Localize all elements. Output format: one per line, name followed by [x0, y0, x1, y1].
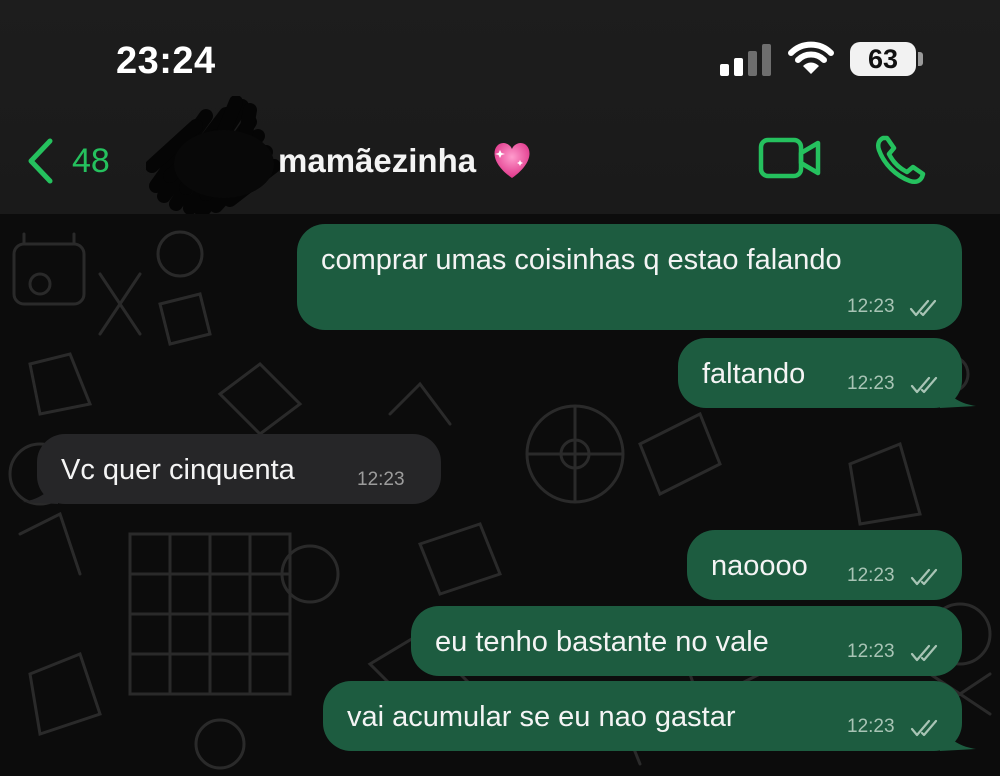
message-text: comprar umas coisinhas q estao falando: [321, 244, 842, 276]
message-list[interactable]: comprar umas coisinhas q estao falando 1…: [0, 214, 1000, 776]
message-bubble-outgoing[interactable]: vai acumular se eu nao gastar 12:23: [323, 681, 962, 751]
bubble-tail: [22, 480, 58, 504]
message-time: 12:23: [847, 641, 895, 662]
message-time: 12:23: [847, 373, 895, 394]
video-call-icon[interactable]: [758, 136, 822, 182]
message-text: vai acumular se eu nao gastar: [347, 701, 736, 733]
message-bubble-incoming[interactable]: Vc quer cinquenta 12:23: [37, 434, 441, 504]
avatar[interactable]: [146, 96, 294, 214]
read-receipt-icon: [910, 376, 938, 394]
phone-icon[interactable]: [874, 134, 928, 186]
chat-header: 23:24 63 48 mamãezinha: [0, 0, 1000, 214]
message-bubble-outgoing[interactable]: naoooo 12:23: [687, 530, 962, 600]
battery-level: 63: [867, 43, 899, 74]
read-receipt-icon: [910, 719, 938, 737]
bubble-tail: [940, 727, 976, 751]
read-receipt-icon: [910, 568, 938, 586]
sparkling-heart-icon: [490, 140, 534, 182]
contact-name[interactable]: mamãezinha: [278, 140, 534, 182]
battery-tip: [918, 52, 923, 66]
contact-name-text: mamãezinha: [278, 142, 477, 179]
message-time: 12:23: [847, 565, 895, 586]
read-receipt-icon: [910, 644, 938, 662]
message-text: naoooo: [711, 550, 808, 582]
message-time: 12:23: [847, 296, 895, 317]
chevron-left-icon: [28, 138, 53, 184]
message-text: faltando: [702, 358, 806, 390]
unread-count: 48: [72, 141, 110, 180]
bubble-tail: [940, 384, 976, 408]
message-bubble-outgoing[interactable]: faltando 12:23: [678, 338, 962, 408]
status-time: 23:24: [116, 40, 216, 82]
message-text: Vc quer cinquenta: [61, 454, 295, 486]
read-receipt-icon: [909, 299, 937, 317]
message-text: eu tenho bastante no vale: [435, 626, 769, 658]
wifi-icon: [788, 41, 834, 74]
message-time: 12:23: [847, 716, 895, 737]
signal-icon: [720, 44, 771, 76]
message-time: 12:23: [357, 469, 405, 490]
battery-icon: 63: [850, 42, 916, 76]
message-bubble-outgoing[interactable]: comprar umas coisinhas q estao falando 1…: [297, 224, 962, 330]
message-bubble-outgoing[interactable]: eu tenho bastante no vale 12:23: [411, 606, 962, 676]
back-button[interactable]: 48: [26, 134, 110, 188]
